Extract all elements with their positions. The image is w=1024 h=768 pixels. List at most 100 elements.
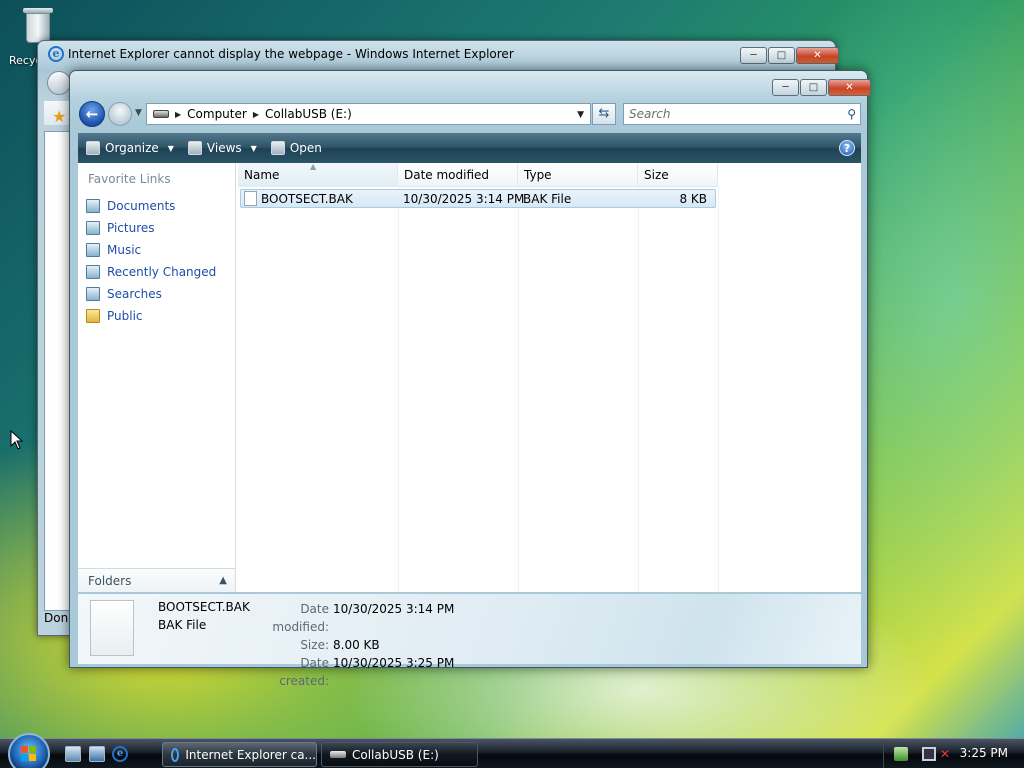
explorer-maximize-button[interactable]: □ — [800, 79, 827, 96]
search-placeholder: Search — [629, 107, 671, 121]
volume-muted-icon[interactable]: ✕ — [940, 747, 954, 761]
breadcrumb-drive[interactable]: CollabUSB (E:) — [265, 107, 352, 121]
safely-remove-hardware-icon[interactable] — [894, 747, 908, 761]
folder-icon — [86, 309, 100, 323]
pictures-icon — [86, 221, 100, 235]
drive-icon — [330, 751, 346, 758]
ie-close-button[interactable]: ✕ — [796, 47, 839, 64]
details-date-modified: 10/30/2025 3:14 PM — [333, 602, 455, 616]
command-bar: Organize ▼ Views ▼ Open ? — [78, 133, 861, 163]
favorite-link-recently-changed[interactable]: Recently Changed — [84, 261, 232, 283]
favorite-link-label: Pictures — [107, 221, 155, 235]
column-divider — [638, 187, 639, 592]
favorite-link-searches[interactable]: Searches — [84, 283, 232, 305]
address-dropdown-icon[interactable]: ▼ — [577, 110, 584, 120]
refresh-button[interactable]: ⇆ — [592, 103, 616, 125]
ie-icon: e — [48, 46, 64, 62]
details-file-type: BAK File — [158, 618, 207, 632]
chevron-up-icon: ▲ — [219, 575, 227, 586]
address-bar[interactable]: ▶ Computer ▶ CollabUSB (E:) ▼ — [146, 103, 591, 125]
details-properties: Date modified: 10/30/2025 3:14 PM Size: … — [253, 600, 454, 690]
favorite-link-public[interactable]: Public — [84, 305, 232, 327]
organize-label: Organize — [105, 141, 159, 155]
favorite-link-label: Recently Changed — [107, 265, 217, 279]
favorite-links-list: Documents Pictures Music Recently Change… — [84, 195, 232, 327]
clock[interactable]: 3:25 PM — [960, 746, 1008, 760]
search-input[interactable]: Search ⚲ — [623, 103, 861, 125]
column-headers: ▲ Name Date modified Type Size — [238, 162, 718, 187]
taskbar-button-collabusb[interactable]: CollabUSB (E:) — [321, 742, 478, 767]
column-divider — [398, 187, 399, 592]
file-thumbnail-icon — [90, 600, 134, 656]
navigation-pane: Favorite Links Documents Pictures Music … — [78, 163, 236, 592]
folders-toggle[interactable]: Folders ▲ — [78, 568, 235, 592]
column-header-label: Type — [524, 168, 552, 182]
column-header-type[interactable]: Type — [518, 163, 638, 187]
favorite-link-pictures[interactable]: Pictures — [84, 217, 232, 239]
breadcrumb-computer[interactable]: Computer — [187, 107, 247, 121]
column-header-date-modified[interactable]: Date modified — [398, 163, 518, 187]
start-button[interactable] — [8, 733, 50, 768]
details-date-created-label: Date created: — [279, 656, 329, 688]
favorite-links-header: Favorite Links — [88, 172, 171, 186]
column-header-size[interactable]: Size — [638, 163, 718, 187]
file-size: 8 KB — [679, 191, 707, 206]
views-button[interactable]: Views ▼ — [187, 141, 265, 155]
search-icon[interactable]: ⚲ — [847, 104, 856, 124]
details-size: 8.00 KB — [333, 638, 380, 652]
recent-pages-dropdown-icon[interactable]: ▼ — [135, 108, 142, 118]
favorite-link-music[interactable]: Music — [84, 239, 232, 261]
favorite-link-documents[interactable]: Documents — [84, 195, 232, 217]
explorer-minimize-button[interactable]: ─ — [772, 79, 799, 96]
explorer-window[interactable]: ─ □ ✕ ← ▼ ▶ Computer ▶ CollabUSB (E:) ▼ … — [69, 70, 871, 688]
network-icon[interactable] — [922, 747, 936, 761]
internet-explorer-quicklaunch-icon[interactable]: e — [112, 746, 128, 762]
content-area: Favorite Links Documents Pictures Music … — [78, 162, 861, 592]
column-header-label: Size — [644, 168, 669, 182]
recycle-bin[interactable]: Recycle Bin — [9, 2, 72, 67]
column-header-label: Name — [244, 168, 280, 182]
favorite-link-label: Searches — [107, 287, 162, 301]
ie-icon — [171, 747, 180, 762]
address-row: ← ▼ ▶ Computer ▶ CollabUSB (E:) ▼ ⇆ Sear… — [78, 101, 862, 127]
favorite-link-label: Music — [107, 243, 142, 257]
ie-back-button[interactable] — [47, 71, 71, 95]
file-name: BOOTSECT.BAK — [261, 191, 353, 206]
windows-logo-icon — [21, 746, 37, 762]
back-button[interactable]: ← — [79, 101, 105, 127]
switch-windows-icon[interactable] — [89, 746, 105, 762]
ie-minimize-button[interactable]: ─ — [740, 47, 767, 64]
help-icon[interactable]: ? — [839, 140, 855, 156]
chevron-down-icon: ▼ — [250, 143, 257, 153]
favorite-link-label: Public — [107, 309, 143, 323]
system-tray: ✕ 3:25 PM — [883, 739, 1024, 768]
explorer-close-button[interactable]: ✕ — [828, 79, 871, 96]
taskbar-button-label: Internet Explorer ca... — [185, 747, 316, 762]
taskbar-button-internet-explorer[interactable]: Internet Explorer ca... — [162, 742, 317, 767]
forward-button[interactable] — [108, 102, 132, 126]
favorites-star-icon[interactable]: ★ — [52, 107, 66, 126]
ie-maximize-button[interactable]: □ — [768, 47, 795, 64]
taskbar-button-label: CollabUSB (E:) — [352, 747, 439, 762]
details-date-created: 10/30/2025 3:25 PM — [333, 656, 455, 670]
file-icon — [244, 191, 257, 206]
file-type: BAK File — [523, 191, 572, 206]
organize-icon — [86, 141, 100, 155]
organize-button[interactable]: Organize ▼ — [86, 141, 182, 155]
open-label: Open — [289, 141, 322, 155]
ie-window-title: Internet Explorer cannot display the web… — [68, 47, 514, 61]
documents-icon — [86, 199, 100, 213]
breadcrumb-chevron-icon[interactable]: ▶ — [175, 110, 181, 119]
file-list-pane: ▲ Name Date modified Type Size BOOTSECT.… — [238, 162, 861, 592]
open-button[interactable]: Open — [270, 141, 330, 155]
column-header-name[interactable]: ▲ Name — [238, 162, 398, 187]
ie-content-area — [44, 131, 72, 611]
ie-title-bar: e Internet Explorer cannot display the w… — [48, 46, 514, 62]
favorite-link-label: Documents — [107, 199, 176, 213]
column-divider — [718, 187, 719, 592]
show-desktop-icon[interactable] — [65, 746, 81, 762]
file-row[interactable]: BOOTSECT.BAK 10/30/2025 3:14 PM BAK File… — [240, 189, 716, 208]
breadcrumb-chevron-icon[interactable]: ▶ — [253, 110, 259, 119]
drive-icon — [153, 110, 169, 118]
details-size-label: Size: — [300, 638, 329, 652]
